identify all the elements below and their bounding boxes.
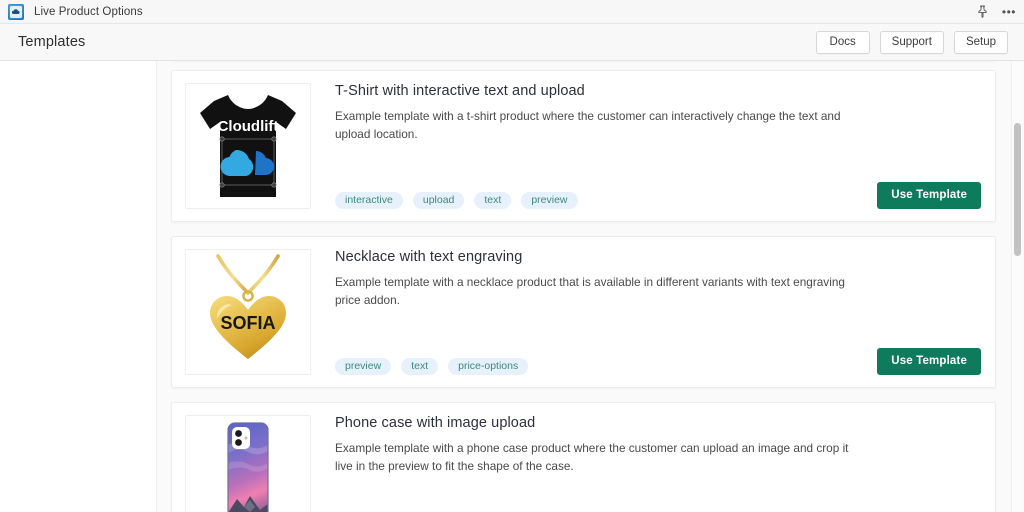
page-title: Phone case with image upload [335, 415, 536, 431]
page-title: T-Shirt with interactive text and upload [335, 83, 585, 99]
template-card-footer: interactive upload text preview Use Temp… [335, 170, 981, 209]
template-card-body: Necklace with text engraving Example tem… [311, 249, 981, 375]
svg-text:Cloudlift: Cloudlift [218, 118, 279, 135]
app-header: Templates Docs Support Setup [0, 24, 1024, 61]
status-badge[interactable]: interactive [335, 191, 403, 209]
table-row[interactable]: Cloudlift T-Shirt with interactive text … [171, 70, 996, 222]
necklace-heart-thumbnail: SOFIA [185, 249, 311, 375]
vertical-scrollbar[interactable] [1011, 61, 1022, 512]
template-description: Example template with a t-shirt product … [335, 109, 841, 142]
templates-content-area: Cloudlift T-Shirt with interactive text … [157, 61, 1024, 512]
status-badge[interactable]: text [401, 357, 439, 375]
tag-list: preview text price-options [335, 357, 529, 375]
status-badge[interactable]: upload [412, 191, 465, 209]
window-title: Live Product Options [34, 5, 143, 18]
window-title-bar-actions: ••• [977, 0, 1016, 23]
svg-text:SOFIA: SOFIA [220, 313, 275, 333]
setup-button[interactable]: Setup [953, 30, 1008, 54]
templates-scroll-area: Cloudlift T-Shirt with interactive text … [157, 61, 1010, 512]
status-badge[interactable]: preview [521, 191, 578, 209]
tshirt-cloudlift-thumbnail: Cloudlift [185, 83, 311, 209]
status-badge[interactable]: text [474, 191, 512, 209]
sidebar [0, 61, 157, 512]
header-actions: Docs Support Setup [815, 30, 1008, 54]
status-badge[interactable]: price-options [448, 357, 529, 375]
template-card-list: Cloudlift T-Shirt with interactive text … [157, 61, 1010, 512]
window-title-bar: Live Product Options ••• [0, 0, 1024, 24]
template-card-body: Phone case with image upload Example tem… [311, 415, 981, 512]
pin-icon[interactable] [977, 5, 988, 18]
table-row[interactable]: Phone case with image upload Example tem… [171, 402, 996, 512]
page-title: Templates [18, 34, 86, 50]
use-template-button[interactable]: Use Template [877, 348, 981, 375]
phone-case-sunset-thumbnail [185, 415, 311, 512]
status-badge[interactable]: preview [335, 357, 392, 375]
tag-list: interactive upload text preview [335, 191, 578, 209]
docs-button[interactable]: Docs [815, 30, 870, 54]
template-description: Example template with a phone case produ… [335, 441, 849, 474]
cloud-app-icon [8, 3, 24, 20]
template-card-body: T-Shirt with interactive text and upload… [311, 83, 981, 209]
template-description: Example template with a necklace product… [335, 275, 845, 308]
app-body: Cloudlift T-Shirt with interactive text … [0, 61, 1024, 512]
scrollbar-thumb[interactable] [1014, 123, 1021, 256]
more-options-icon[interactable]: ••• [1002, 6, 1016, 18]
support-button[interactable]: Support [879, 30, 944, 54]
use-template-button[interactable]: Use Template [877, 182, 981, 209]
page-title: Necklace with text engraving [335, 249, 523, 265]
template-card-footer: preview text price-options Use Template [335, 336, 981, 375]
table-row[interactable]: SOFIA Necklace with text engraving Examp… [171, 236, 996, 388]
